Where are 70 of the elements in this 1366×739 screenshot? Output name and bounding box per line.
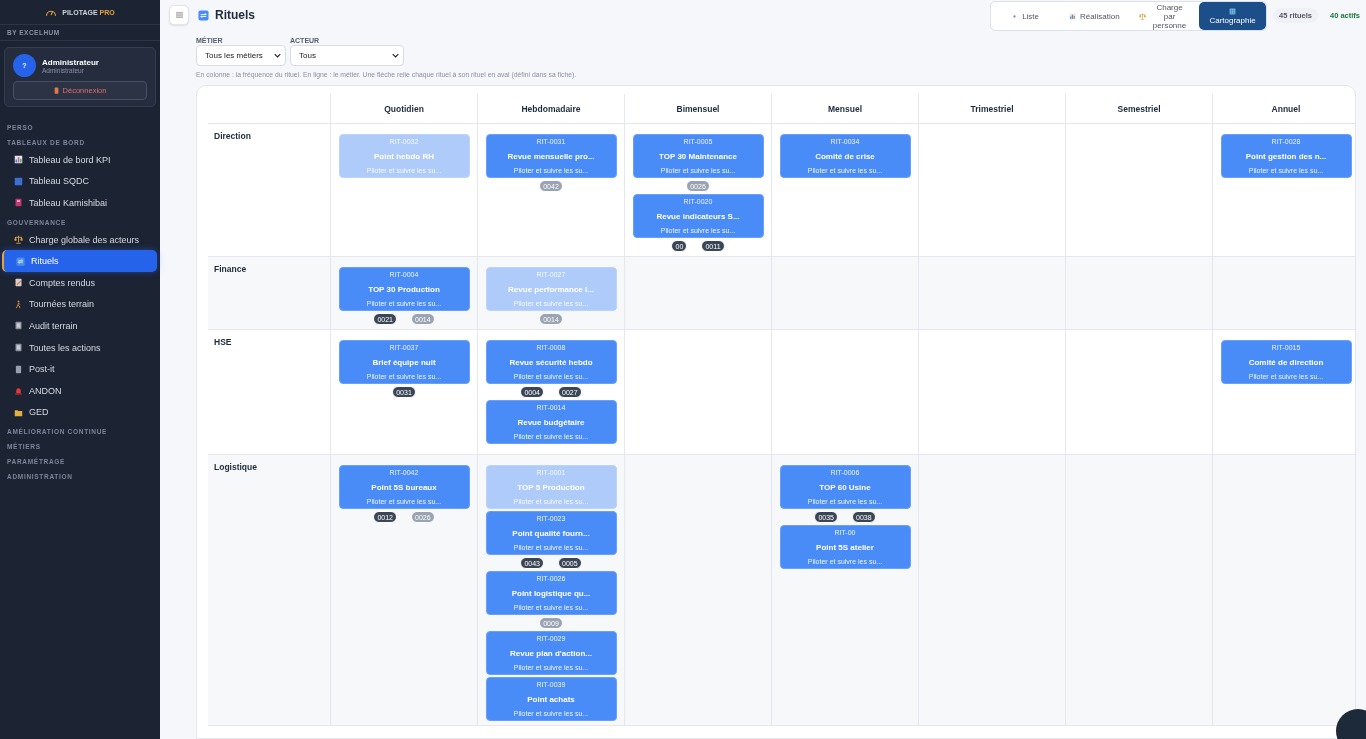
nav-item[interactable]: Post-it	[2, 358, 157, 380]
column-header: Semestriel	[1065, 94, 1212, 124]
ritual-title: Point 5S atelier	[816, 542, 874, 552]
ritual-title: Point hebdo RH	[374, 151, 434, 161]
list-icon	[1011, 12, 1019, 20]
view-tab[interactable]: Réalisation	[1059, 2, 1130, 30]
nav-item[interactable]: Tournées terrain	[2, 293, 157, 316]
chevron-down-icon	[392, 53, 399, 58]
ritual-title: Brief équipe nuit	[372, 357, 436, 367]
row-header: Logistique	[208, 455, 330, 726]
ritual-title: Revue sécurité hebdo	[509, 357, 593, 367]
filter-select[interactable]: Tous les métiers	[196, 45, 286, 66]
nav-item[interactable]: Tableau de bord KPI	[2, 149, 157, 171]
user-name: Administrateur	[42, 57, 99, 67]
column-header: Quotidien	[330, 94, 477, 124]
ritual-title: TOP 30 Production	[368, 284, 440, 294]
ritual-title: Point qualité fourn...	[512, 528, 590, 538]
nav-item[interactable]: GED	[2, 401, 157, 424]
note-icon	[14, 364, 23, 374]
ritual-title: Point achats	[527, 694, 575, 704]
door-icon	[53, 87, 59, 94]
book-icon	[14, 198, 23, 208]
ritual-title: Revue performance l...	[508, 284, 594, 294]
column-header: Mensuel	[771, 94, 918, 124]
nav-item[interactable]: Tableau Kamishibai	[2, 192, 157, 214]
folder-icon	[14, 407, 23, 417]
ritual-title: TOP 60 Usine	[819, 482, 871, 492]
nav-item[interactable]: Comptes rendus	[2, 271, 157, 294]
chevron-down-icon	[274, 53, 281, 58]
filter-select[interactable]: Tous	[290, 45, 404, 66]
ritual-title: Point 5S bureaux	[371, 482, 437, 492]
ritual-title: TOP 5 Production	[517, 482, 585, 492]
siren-icon	[14, 386, 23, 396]
column-header: Bimensuel	[624, 94, 771, 124]
ritual-title: Revue mensuelle pro...	[507, 151, 595, 161]
nav-item[interactable]: Rituels	[2, 250, 157, 272]
scale-icon	[14, 235, 23, 245]
column-header: Hebdomadaire	[477, 94, 624, 124]
ritual-title: Point logistique qu...	[511, 588, 591, 598]
menu-icon	[175, 12, 183, 18]
nav-item[interactable]: Tableau SQDC	[2, 170, 157, 193]
document-icon	[14, 278, 23, 288]
bar-chart-icon	[14, 155, 23, 165]
clipboard-icon	[14, 321, 23, 331]
bar-chart-icon	[1069, 12, 1077, 20]
map-icon	[1229, 7, 1237, 15]
row-header: Finance	[208, 257, 330, 330]
clipboard-icon	[14, 343, 23, 353]
scale-icon	[1139, 12, 1147, 20]
view-tab[interactable]: Cartographie	[1199, 2, 1267, 30]
ritual-title: Point gestion des n...	[1245, 151, 1327, 161]
walking-person-icon	[14, 299, 23, 309]
nav-item[interactable]: Toutes les actions	[2, 336, 157, 359]
view-tab[interactable]: Charge par personne	[1129, 2, 1200, 30]
ritual-title: Comité de direction	[1248, 357, 1324, 367]
column-header: Annuel	[1212, 94, 1355, 124]
ritual-title: TOP 30 Maintenance	[659, 151, 737, 161]
column-header: Trimestriel	[918, 94, 1065, 124]
ritual-title: Revue budgétaire	[517, 417, 585, 427]
ritual-title: Comité de crise	[815, 151, 875, 161]
ritual-title: Revue indicateurs S...	[656, 211, 740, 221]
nav-item[interactable]: Charge globale des acteurs	[2, 228, 157, 251]
ritual-title: Revue plan d'action...	[510, 648, 592, 658]
nav-item[interactable]: ANDON	[2, 379, 157, 402]
nav-item[interactable]: Audit terrain	[2, 315, 157, 337]
repeat-icon	[198, 9, 209, 21]
repeat-icon	[16, 256, 25, 266]
square-icon	[14, 176, 23, 186]
view-tab[interactable]: Liste	[991, 2, 1060, 30]
page-title: Rituels	[215, 8, 255, 22]
